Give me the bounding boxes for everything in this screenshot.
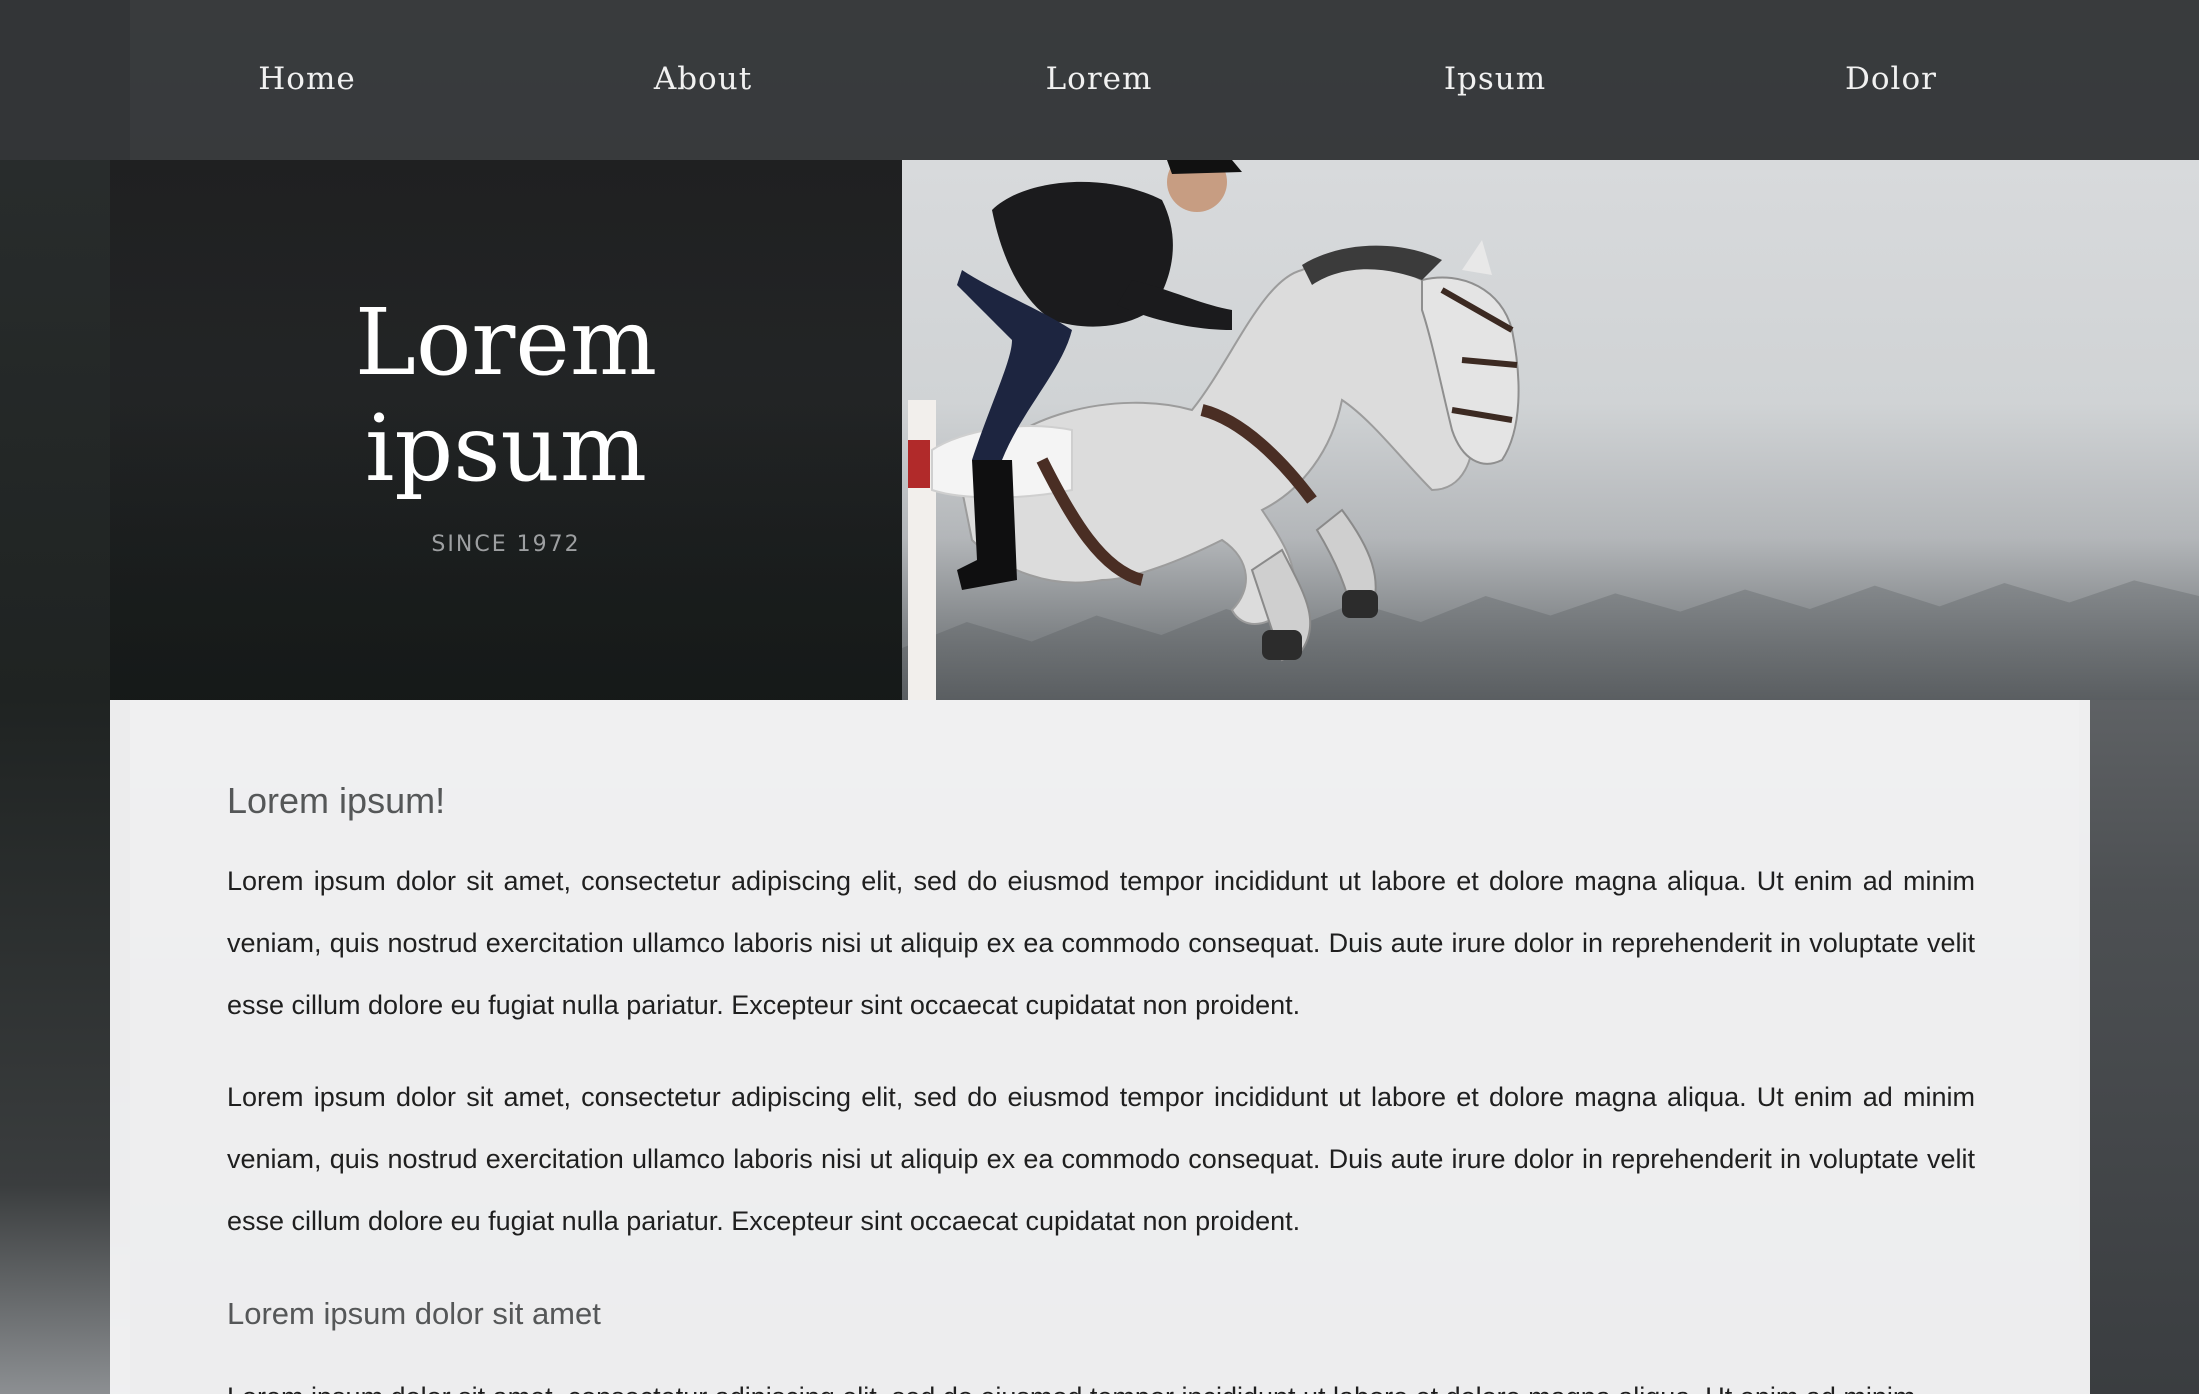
- paragraph-2: Lorem ipsum dolor sit amet, consectetur …: [227, 1082, 1975, 1236]
- nav-item-lorem[interactable]: Lorem: [949, 0, 1249, 160]
- hero-subtitle: SINCE 1972: [431, 532, 581, 557]
- content-subheading: Lorem ipsum dolor sit amet: [227, 1296, 601, 1331]
- paragraph-1: Lorem ipsum dolor sit amet, consectetur …: [227, 866, 1975, 1020]
- content-card: Lorem ipsum! Lorem ipsum dolor sit amet,…: [110, 700, 2090, 1394]
- hero-title-line-2: ipsum: [364, 395, 648, 502]
- rider-and-horse-illustration: [908, 160, 1520, 700]
- nav-item-home[interactable]: Home: [157, 0, 457, 160]
- hero-title: Lorem ipsum: [110, 290, 902, 502]
- hero-title-panel: Lorem ipsum SINCE 1972: [110, 160, 902, 700]
- nav-item-dolor[interactable]: Dolor: [1741, 0, 2041, 160]
- nav-item-about[interactable]: About: [553, 0, 853, 160]
- hero-title-line-1: Lorem: [354, 289, 658, 396]
- hero-photo-horse-jump: [902, 160, 2199, 700]
- paragraph-3: Lorem ipsum dolor sit amet, consectetur …: [227, 1366, 1975, 1394]
- content-heading: Lorem ipsum!: [227, 780, 446, 821]
- top-navigation: Home About Lorem Ipsum Dolor: [0, 0, 2199, 160]
- nav-item-ipsum[interactable]: Ipsum: [1345, 0, 1645, 160]
